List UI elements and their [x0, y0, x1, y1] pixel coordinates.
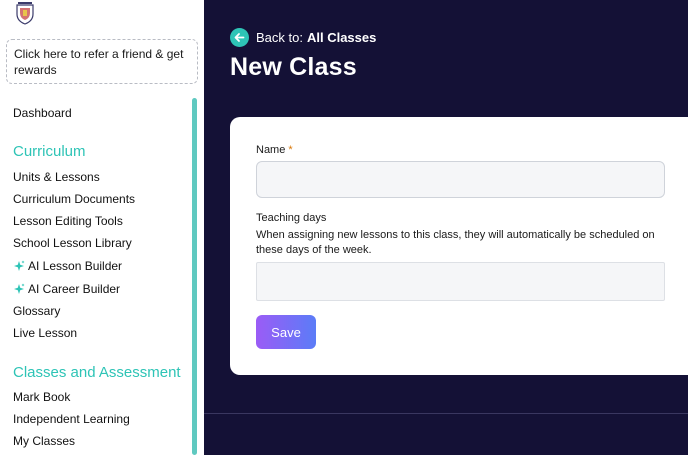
sidebar: Click here to refer a friend & get rewar…	[0, 0, 204, 455]
sparkle-icon	[13, 260, 25, 272]
school-crest-icon[interactable]	[14, 2, 36, 26]
name-label-text: Name	[256, 144, 286, 156]
sidebar-scrollbar[interactable]	[192, 98, 197, 455]
name-input[interactable]	[256, 161, 665, 198]
footer-divider	[204, 413, 688, 414]
sidebar-item-glossary[interactable]: Glossary	[13, 304, 60, 318]
name-field-label: Name *	[256, 144, 293, 156]
new-class-form-card: Name * Teaching days When assigning new …	[230, 117, 688, 375]
save-button[interactable]: Save	[256, 315, 316, 349]
teaching-days-selector[interactable]	[256, 262, 665, 301]
sidebar-item-school-lesson-library[interactable]: School Lesson Library	[13, 236, 132, 250]
sidebar-item-ai-career-builder[interactable]: AI Career Builder	[13, 282, 120, 296]
back-link-target: All Classes	[306, 30, 377, 45]
sidebar-item-label: AI Lesson Builder	[28, 259, 123, 273]
sidebar-item-label: AI Career Builder	[28, 282, 121, 296]
sidebar-item-live-lesson[interactable]: Live Lesson	[13, 326, 77, 340]
sidebar-item-my-classes[interactable]: My Classes	[13, 434, 75, 448]
back-link-prefix: Back to:	[256, 30, 303, 45]
required-mark: *	[288, 144, 293, 156]
main-content: Back to: All Classes New Class Name * Te…	[204, 0, 688, 455]
teaching-days-help-text: When assigning new lessons to this class…	[256, 229, 655, 256]
sidebar-item-ai-lesson-builder[interactable]: AI Lesson Builder	[13, 259, 122, 273]
sidebar-section-classes-assessment: Classes and Assessment	[13, 364, 181, 381]
sidebar-item-units-lessons[interactable]: Units & Lessons	[13, 170, 100, 184]
teaching-days-label: Teaching days	[256, 212, 327, 224]
sidebar-item-curriculum-documents[interactable]: Curriculum Documents	[13, 192, 135, 206]
sidebar-item-dashboard[interactable]: Dashboard	[13, 106, 72, 120]
sidebar-item-independent-learning[interactable]: Independent Learning	[13, 412, 130, 426]
sidebar-section-curriculum: Curriculum	[13, 143, 86, 160]
sidebar-item-lesson-editing-tools[interactable]: Lesson Editing Tools	[13, 214, 123, 228]
page-title: New Class	[230, 53, 357, 81]
back-to-all-classes-link[interactable]: Back to: All Classes	[230, 28, 376, 47]
refer-friend-banner[interactable]: Click here to refer a friend & get rewar…	[6, 39, 198, 84]
arrow-left-icon	[230, 28, 249, 47]
sidebar-item-mark-book[interactable]: Mark Book	[13, 390, 70, 404]
sparkle-icon	[13, 283, 25, 295]
